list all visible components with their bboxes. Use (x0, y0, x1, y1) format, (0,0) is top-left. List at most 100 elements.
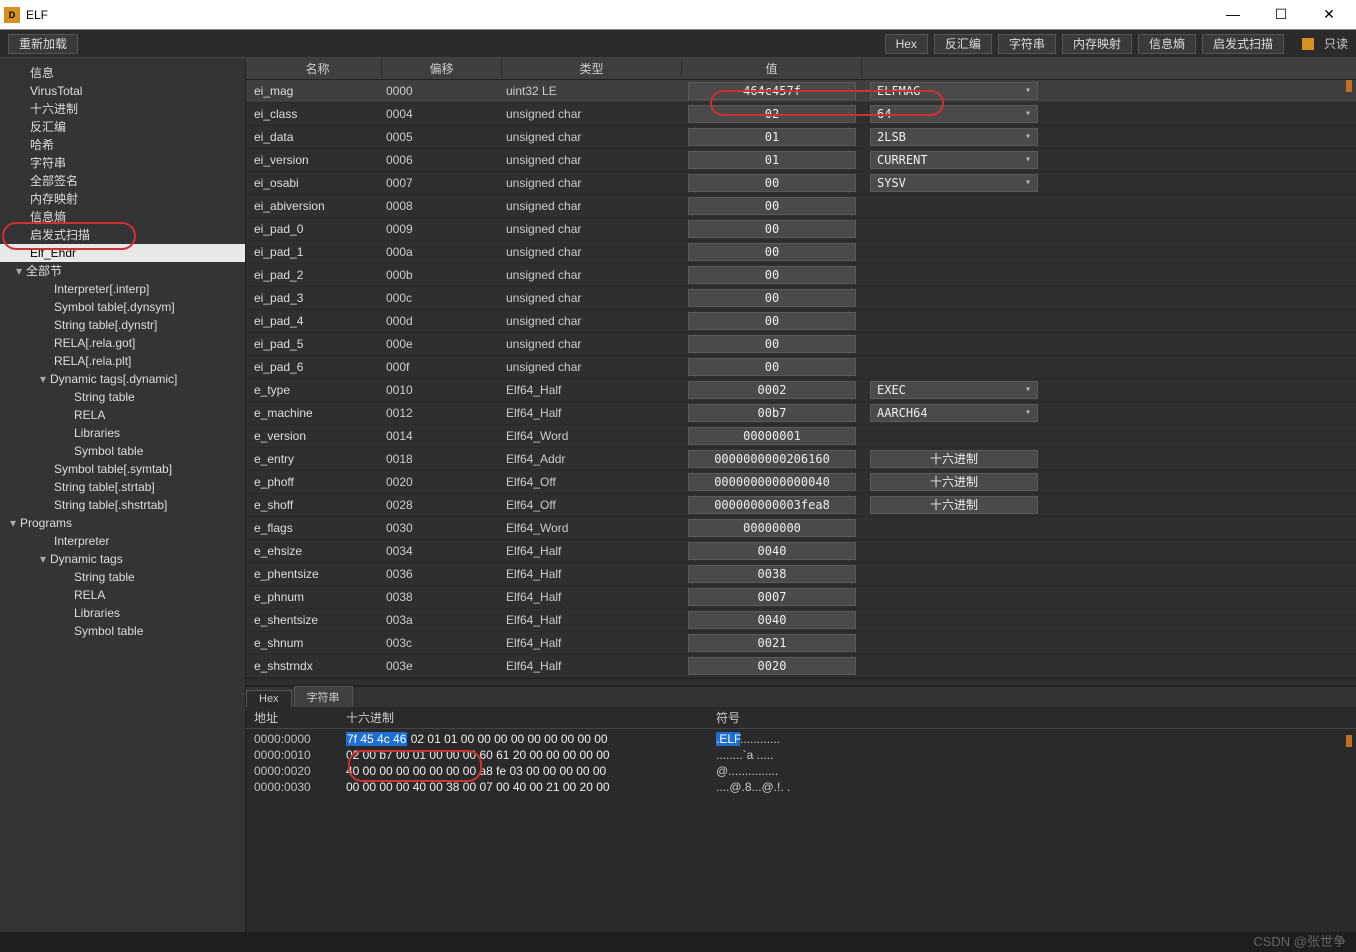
table-row[interactable]: e_shnum003cElf64_Half0021 (246, 632, 1356, 655)
sidebar-tree[interactable]: 信息VirusTotal十六进制反汇编哈希字符串全部签名内存映射信息熵启发式扫描… (0, 58, 246, 932)
sidebar-item[interactable]: String table[.shstrtab] (0, 496, 245, 514)
value-input[interactable]: 0021 (688, 634, 856, 652)
value-dropdown[interactable]: AARCH64 (870, 404, 1038, 422)
sidebar-item[interactable]: Interpreter[.interp] (0, 280, 245, 298)
value-input[interactable]: 0020 (688, 657, 856, 675)
sidebar-item[interactable]: String table (0, 388, 245, 406)
sidebar-item[interactable]: RELA[.rela.plt] (0, 352, 245, 370)
value-input[interactable]: 00 (688, 220, 856, 238)
minimize-button[interactable]: — (1218, 6, 1248, 23)
value-input[interactable]: 02 (688, 105, 856, 123)
table-row[interactable]: e_shentsize003aElf64_Half0040 (246, 609, 1356, 632)
value-dropdown[interactable]: CURRENT (870, 151, 1038, 169)
value-input[interactable]: 00b7 (688, 404, 856, 422)
sidebar-item[interactable]: 信息 (0, 64, 245, 82)
hex-jump-button[interactable]: 十六进制 (870, 496, 1038, 514)
table-row[interactable]: ei_osabi0007unsigned char00SYSV (246, 172, 1356, 195)
value-input[interactable]: 00 (688, 289, 856, 307)
sidebar-item[interactable]: ▾全部节 (0, 262, 245, 280)
table-row[interactable]: e_ehsize0034Elf64_Half0040 (246, 540, 1356, 563)
tab-strings[interactable]: 字符串 (294, 686, 353, 707)
value-dropdown[interactable]: ELFMAG (870, 82, 1038, 100)
hex-row[interactable]: 0000:001002 00 b7 00 01 00 00 00 60 61 2… (254, 747, 1348, 763)
toolbar-hex-button[interactable]: Hex (885, 34, 928, 54)
hex-jump-button[interactable]: 十六进制 (870, 473, 1038, 491)
table-row[interactable]: e_machine0012Elf64_Half00b7AARCH64 (246, 402, 1356, 425)
table-row[interactable]: e_shstrndx003eElf64_Half0020 (246, 655, 1356, 678)
table-row[interactable]: e_phoff0020Elf64_Off0000000000000040十六进制 (246, 471, 1356, 494)
table-row[interactable]: ei_pad_3000cunsigned char00 (246, 287, 1356, 310)
value-input[interactable]: 0040 (688, 542, 856, 560)
table-row[interactable]: ei_class0004unsigned char0264 (246, 103, 1356, 126)
sidebar-item[interactable]: VirusTotal (0, 82, 245, 100)
value-dropdown[interactable]: 2LSB (870, 128, 1038, 146)
sidebar-item[interactable]: Interpreter (0, 532, 245, 550)
sidebar-item[interactable]: 内存映射 (0, 190, 245, 208)
tab-hex[interactable]: Hex (246, 690, 292, 707)
sidebar-item[interactable]: ▾Dynamic tags[.dynamic] (0, 370, 245, 388)
toolbar-strings-button[interactable]: 字符串 (998, 34, 1056, 54)
table-row[interactable]: ei_pad_2000bunsigned char00 (246, 264, 1356, 287)
sidebar-item[interactable]: ▾Programs (0, 514, 245, 532)
value-input[interactable]: 000000000003fea8 (688, 496, 856, 514)
sidebar-item[interactable]: 信息熵 (0, 208, 245, 226)
table-row[interactable]: e_version0014Elf64_Word00000001 (246, 425, 1356, 448)
value-input[interactable]: 00 (688, 335, 856, 353)
hex-row[interactable]: 0000:00007f 45 4c 46 02 01 01 00 00 00 0… (254, 731, 1348, 747)
toolbar-memmap-button[interactable]: 内存映射 (1062, 34, 1132, 54)
hex-jump-button[interactable]: 十六进制 (870, 450, 1038, 468)
value-input[interactable]: 0002 (688, 381, 856, 399)
table-row[interactable]: ei_pad_1000aunsigned char00 (246, 241, 1356, 264)
table-row[interactable]: ei_data0005unsigned char012LSB (246, 126, 1356, 149)
table-row[interactable]: ei_pad_4000dunsigned char00 (246, 310, 1356, 333)
value-input[interactable]: 0000000000000040 (688, 473, 856, 491)
table-row[interactable]: e_phentsize0036Elf64_Half0038 (246, 563, 1356, 586)
sidebar-item[interactable]: String table[.dynstr] (0, 316, 245, 334)
value-input[interactable]: 00 (688, 266, 856, 284)
value-input[interactable]: 0038 (688, 565, 856, 583)
sidebar-item[interactable]: RELA[.rela.got] (0, 334, 245, 352)
value-dropdown[interactable]: EXEC (870, 381, 1038, 399)
sidebar-item[interactable]: Libraries (0, 604, 245, 622)
value-input[interactable]: 00 (688, 197, 856, 215)
toolbar-entropy-button[interactable]: 信息熵 (1138, 34, 1196, 54)
value-input[interactable]: 00 (688, 174, 856, 192)
sidebar-item[interactable]: Symbol table[.symtab] (0, 460, 245, 478)
value-dropdown[interactable]: 64 (870, 105, 1038, 123)
table-row[interactable]: ei_version0006unsigned char01CURRENT (246, 149, 1356, 172)
hex-row[interactable]: 0000:002040 00 00 00 00 00 00 00 a8 fe 0… (254, 763, 1348, 779)
value-input[interactable]: 464c457f (688, 82, 856, 100)
table-row[interactable]: e_flags0030Elf64_Word00000000 (246, 517, 1356, 540)
value-input[interactable]: 0000000000206160 (688, 450, 856, 468)
sidebar-item[interactable]: String table (0, 568, 245, 586)
value-input[interactable]: 00 (688, 312, 856, 330)
value-input[interactable]: 0007 (688, 588, 856, 606)
value-input[interactable]: 0040 (688, 611, 856, 629)
hex-row[interactable]: 0000:003000 00 00 00 40 00 38 00 07 00 4… (254, 779, 1348, 795)
sidebar-item[interactable]: 反汇编 (0, 118, 245, 136)
table-row[interactable]: e_type0010Elf64_Half0002EXEC (246, 379, 1356, 402)
value-dropdown[interactable]: SYSV (870, 174, 1038, 192)
close-button[interactable]: ✕ (1314, 6, 1344, 23)
sidebar-item[interactable]: 十六进制 (0, 100, 245, 118)
table-row[interactable]: e_shoff0028Elf64_Off000000000003fea8十六进制 (246, 494, 1356, 517)
value-input[interactable]: 01 (688, 128, 856, 146)
reload-button[interactable]: 重新加载 (8, 34, 78, 54)
maximize-button[interactable]: ☐ (1266, 6, 1296, 23)
toolbar-heuristic-button[interactable]: 启发式扫描 (1202, 34, 1284, 54)
value-input[interactable]: 00 (688, 358, 856, 376)
value-input[interactable]: 00000000 (688, 519, 856, 537)
col-type[interactable]: 类型 (502, 60, 682, 77)
value-input[interactable]: 00000001 (688, 427, 856, 445)
col-offset[interactable]: 偏移 (382, 60, 502, 77)
col-value[interactable]: 值 (682, 60, 862, 77)
sidebar-item[interactable]: Symbol table (0, 442, 245, 460)
col-name[interactable]: 名称 (246, 60, 382, 77)
table-row[interactable]: ei_abiversion0008unsigned char00 (246, 195, 1356, 218)
sidebar-item[interactable]: Symbol table (0, 622, 245, 640)
sidebar-item[interactable]: RELA (0, 406, 245, 424)
sidebar-item[interactable]: RELA (0, 586, 245, 604)
sidebar-item[interactable]: 哈希 (0, 136, 245, 154)
table-row[interactable]: ei_pad_6000funsigned char00 (246, 356, 1356, 379)
table-row[interactable]: ei_mag0000uint32 LE464c457fELFMAG (246, 80, 1356, 103)
